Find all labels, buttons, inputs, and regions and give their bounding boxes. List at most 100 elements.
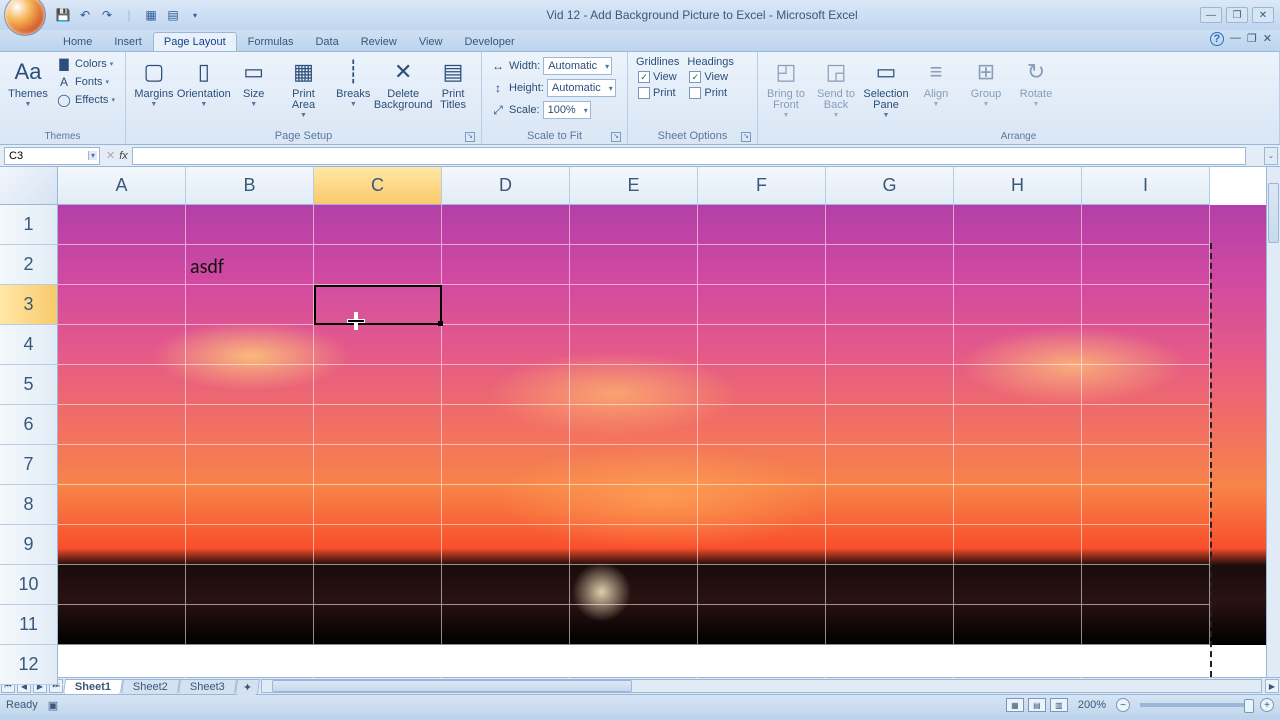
doc-minimize-button[interactable]: — — [1230, 32, 1241, 46]
effects-button[interactable]: ◯Effects ▾ — [54, 92, 117, 108]
cell-D8[interactable] — [442, 485, 570, 525]
row-header-12[interactable]: 12 — [0, 645, 58, 685]
qat-more-icon[interactable]: ▾ — [186, 6, 204, 24]
print-area-button[interactable]: ▦PrintArea▼ — [280, 54, 328, 121]
column-header-G[interactable]: G — [826, 167, 954, 205]
cell-H4[interactable] — [954, 325, 1082, 365]
titles-button[interactable]: ▤PrintTitles — [429, 54, 477, 113]
cell-E8[interactable] — [570, 485, 698, 525]
sheet-tab-sheet1[interactable]: Sheet1 — [63, 679, 123, 694]
row-header-8[interactable]: 8 — [0, 485, 58, 525]
close-button[interactable]: ✕ — [1252, 7, 1274, 23]
fx-icon[interactable]: fx — [119, 150, 128, 162]
select-all-corner[interactable] — [0, 167, 58, 205]
cell-G2[interactable] — [826, 245, 954, 285]
breaks-button[interactable]: ┊Breaks▼ — [329, 54, 377, 110]
row-header-6[interactable]: 6 — [0, 405, 58, 445]
cell-B7[interactable] — [186, 445, 314, 485]
cell-D10[interactable] — [442, 565, 570, 605]
cell-E7[interactable] — [570, 445, 698, 485]
cell-E9[interactable] — [570, 525, 698, 565]
sheet-tab-sheet3[interactable]: Sheet3 — [178, 679, 237, 694]
cell-H9[interactable] — [954, 525, 1082, 565]
cell-E4[interactable] — [570, 325, 698, 365]
formula-expand-button[interactable]: ⌄ — [1264, 147, 1278, 165]
minimize-button[interactable]: — — [1200, 7, 1222, 23]
cell-G1[interactable] — [826, 205, 954, 245]
name-box[interactable]: C3 — [4, 147, 100, 165]
cell-C11[interactable] — [314, 605, 442, 645]
cell-D4[interactable] — [442, 325, 570, 365]
column-header-B[interactable]: B — [186, 167, 314, 205]
row-header-1[interactable]: 1 — [0, 205, 58, 245]
cell-G5[interactable] — [826, 365, 954, 405]
column-header-I[interactable]: I — [1082, 167, 1210, 205]
cell-H11[interactable] — [954, 605, 1082, 645]
tab-developer[interactable]: Developer — [453, 32, 525, 51]
cell-G6[interactable] — [826, 405, 954, 445]
cell-E1[interactable] — [570, 205, 698, 245]
cell-G7[interactable] — [826, 445, 954, 485]
cell-G9[interactable] — [826, 525, 954, 565]
cell-B4[interactable] — [186, 325, 314, 365]
cell-I3[interactable] — [1082, 285, 1210, 325]
colors-button[interactable]: ▇Colors ▾ — [54, 56, 117, 72]
column-header-H[interactable]: H — [954, 167, 1082, 205]
cell-C10[interactable] — [314, 565, 442, 605]
cell-A5[interactable] — [58, 365, 186, 405]
cell-A3[interactable] — [58, 285, 186, 325]
vertical-scroll-thumb[interactable] — [1268, 183, 1279, 243]
cell-F6[interactable] — [698, 405, 826, 445]
cell-H2[interactable] — [954, 245, 1082, 285]
doc-close-button[interactable]: ✕ — [1263, 32, 1272, 46]
redo-icon[interactable]: ↷ — [98, 6, 116, 24]
zoom-out-button[interactable]: − — [1116, 698, 1130, 712]
cell-F1[interactable] — [698, 205, 826, 245]
cell-A2[interactable] — [58, 245, 186, 285]
scale-spinner[interactable]: 100% — [543, 101, 591, 119]
cell-H8[interactable] — [954, 485, 1082, 525]
tab-home[interactable]: Home — [52, 32, 103, 51]
size-button[interactable]: ▭Size▼ — [230, 54, 278, 110]
margins-button[interactable]: ▢Margins▼ — [130, 54, 178, 110]
scale-launcher[interactable]: ↘ — [611, 132, 621, 142]
cell-F2[interactable] — [698, 245, 826, 285]
row-header-4[interactable]: 4 — [0, 325, 58, 365]
cell-G4[interactable] — [826, 325, 954, 365]
cell-G10[interactable] — [826, 565, 954, 605]
themes-button[interactable]: Aa Themes ▼ — [4, 54, 52, 110]
cell-I9[interactable] — [1082, 525, 1210, 565]
cell-H6[interactable] — [954, 405, 1082, 445]
column-header-C[interactable]: C — [314, 167, 442, 205]
cell-F8[interactable] — [698, 485, 826, 525]
cell-C4[interactable] — [314, 325, 442, 365]
cell-H10[interactable] — [954, 565, 1082, 605]
cell-G3[interactable] — [826, 285, 954, 325]
cell-A10[interactable] — [58, 565, 186, 605]
cell-A11[interactable] — [58, 605, 186, 645]
cell-B5[interactable] — [186, 365, 314, 405]
cell-I10[interactable] — [1082, 565, 1210, 605]
headings-print-check[interactable]: Print — [687, 86, 733, 100]
column-header-A[interactable]: A — [58, 167, 186, 205]
cell-D9[interactable] — [442, 525, 570, 565]
hscroll-right-button[interactable]: ▶ — [1265, 679, 1279, 693]
sheet-tab-sheet2[interactable]: Sheet2 — [121, 679, 180, 694]
cell-E11[interactable] — [570, 605, 698, 645]
row-header-9[interactable]: 9 — [0, 525, 58, 565]
cell-D3[interactable] — [442, 285, 570, 325]
row-header-2[interactable]: 2 — [0, 245, 58, 285]
cell-B1[interactable] — [186, 205, 314, 245]
cell-A7[interactable] — [58, 445, 186, 485]
cell-C6[interactable] — [314, 405, 442, 445]
row-header-7[interactable]: 7 — [0, 445, 58, 485]
cell-C2[interactable] — [314, 245, 442, 285]
tab-page-layout[interactable]: Page Layout — [153, 32, 237, 51]
cell-E3[interactable] — [570, 285, 698, 325]
cell-A8[interactable] — [58, 485, 186, 525]
cell-D5[interactable] — [442, 365, 570, 405]
cell-F7[interactable] — [698, 445, 826, 485]
page-layout-view-button[interactable]: ▤ — [1028, 698, 1046, 712]
horizontal-scrollbar[interactable] — [261, 679, 1262, 693]
cancel-icon[interactable]: ✕ — [106, 149, 115, 162]
